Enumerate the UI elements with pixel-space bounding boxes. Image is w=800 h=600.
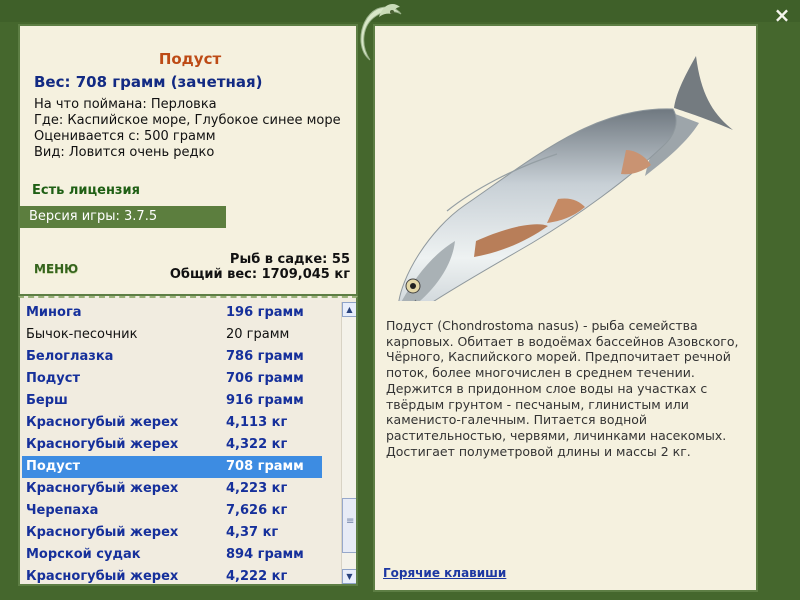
catch-item-weight: 894 грамм [226, 547, 304, 562]
catch-list-item[interactable]: Минога 196 грамм [22, 302, 322, 324]
catch-item-name: Красногубый жерех [26, 481, 179, 496]
catch-list-item[interactable]: Бычок-песочник 20 грамм [22, 324, 322, 346]
catch-list-item[interactable]: Белоглазка 786 грамм [22, 346, 322, 368]
fish-weight: Вес: 708 грамм (зачетная) [34, 73, 263, 91]
catch-item-weight: 7,626 кг [226, 503, 288, 518]
catch-item-name: Красногубый жерех [26, 569, 179, 584]
catch-item-name: Красногубый жерех [26, 437, 179, 452]
catch-item-name: Морской судак [26, 547, 141, 562]
catch-list-item[interactable]: Красногубый жерех 4,37 кг [22, 522, 322, 544]
hotkeys-link[interactable]: Горячие клавиши [383, 566, 506, 580]
catch-item-weight: 916 грамм [226, 393, 304, 408]
catch-item-name: Берш [26, 393, 68, 408]
fish-image [398, 56, 733, 301]
catch-stats: Рыб в садке: 55 Общий вес: 1709,045 кг [170, 252, 350, 282]
game-version: Версия игры: 3.7.5 [20, 206, 226, 228]
total-weight: Общий вес: 1709,045 кг [169, 267, 350, 282]
catch-item-weight: 4,322 кг [226, 437, 288, 452]
catch-item-weight: 4,113 кг [226, 415, 288, 430]
close-icon[interactable]: × [771, 4, 793, 26]
fish-detail-panel: Подуст (Chondrostoma nasus) - рыба семей… [373, 24, 758, 592]
catch-item-weight: 706 грамм [226, 371, 304, 386]
catch-item-name: Минога [26, 305, 82, 320]
catch-item-name: Белоглазка [26, 349, 114, 364]
catch-list-item[interactable]: Морской судак 894 грамм [22, 544, 322, 566]
rated-from-text: Оценивается с: 500 грамм [34, 129, 216, 144]
catch-item-weight: 4,37 кг [226, 525, 279, 540]
location-text: Где: Каспийское море, Глубокое синее мор… [34, 113, 341, 128]
catch-list-item[interactable]: Красногубый жерех 4,222 кг [22, 566, 322, 584]
menu-button[interactable]: МЕНЮ [34, 262, 78, 276]
scroll-down-icon[interactable]: ▼ [342, 569, 356, 584]
catch-list-panel: Минога 196 грамм Бычок-песочник 20 грамм Бел… [18, 296, 358, 586]
license-status: Есть лицензия [32, 183, 140, 198]
list-scrollbar[interactable]: ▲ ▼ [341, 302, 356, 584]
fish-count: Рыб в садке: 55 [229, 252, 350, 267]
catch-item-weight: 4,223 кг [226, 481, 288, 496]
catch-list-item[interactable]: Красногубый жерех 4,322 кг [22, 434, 322, 456]
catch-item-weight: 4,222 кг [226, 569, 288, 584]
catch-item-name: Красногубый жерех [26, 415, 179, 430]
catch-item-weight: 196 грамм [226, 305, 304, 320]
catch-item-weight: 786 грамм [226, 349, 304, 364]
catch-item-weight: 708 грамм [226, 459, 304, 474]
catch-list-item[interactable]: Красногубый жерех 4,223 кг [22, 478, 322, 500]
scroll-up-icon[interactable]: ▲ [342, 302, 356, 317]
catch-item-weight: 20 грамм [226, 327, 290, 342]
catch-item-name: Красногубый жерех [26, 525, 179, 540]
catch-item-name: Черепаха [26, 503, 99, 518]
fish-description: Подуст (Chondrostoma nasus) - рыба семей… [386, 318, 739, 459]
fish-info-panel: Подуст Вес: 708 грамм (зачетная) На что … [18, 24, 358, 296]
catch-list-item[interactable]: Подуст 708 грамм [22, 456, 322, 478]
catch-list-item[interactable]: Черепаха 7,626 кг [22, 500, 322, 522]
kind-text: Вид: Ловится очень редко [34, 145, 215, 160]
catch-item-name: Подуст [26, 371, 81, 386]
caught-on-text: На что поймана: Перловка [34, 97, 217, 112]
scroll-thumb[interactable] [342, 498, 356, 553]
fish-name: Подуст [158, 50, 222, 68]
catch-list-item[interactable]: Красногубый жерех 4,113 кг [22, 412, 322, 434]
catch-list-item[interactable]: Подуст 706 грамм [22, 368, 322, 390]
catch-item-name: Бычок-песочник [26, 327, 138, 342]
catch-list-item[interactable]: Берш 916 грамм [22, 390, 322, 412]
catch-item-name: Подуст [26, 459, 81, 474]
